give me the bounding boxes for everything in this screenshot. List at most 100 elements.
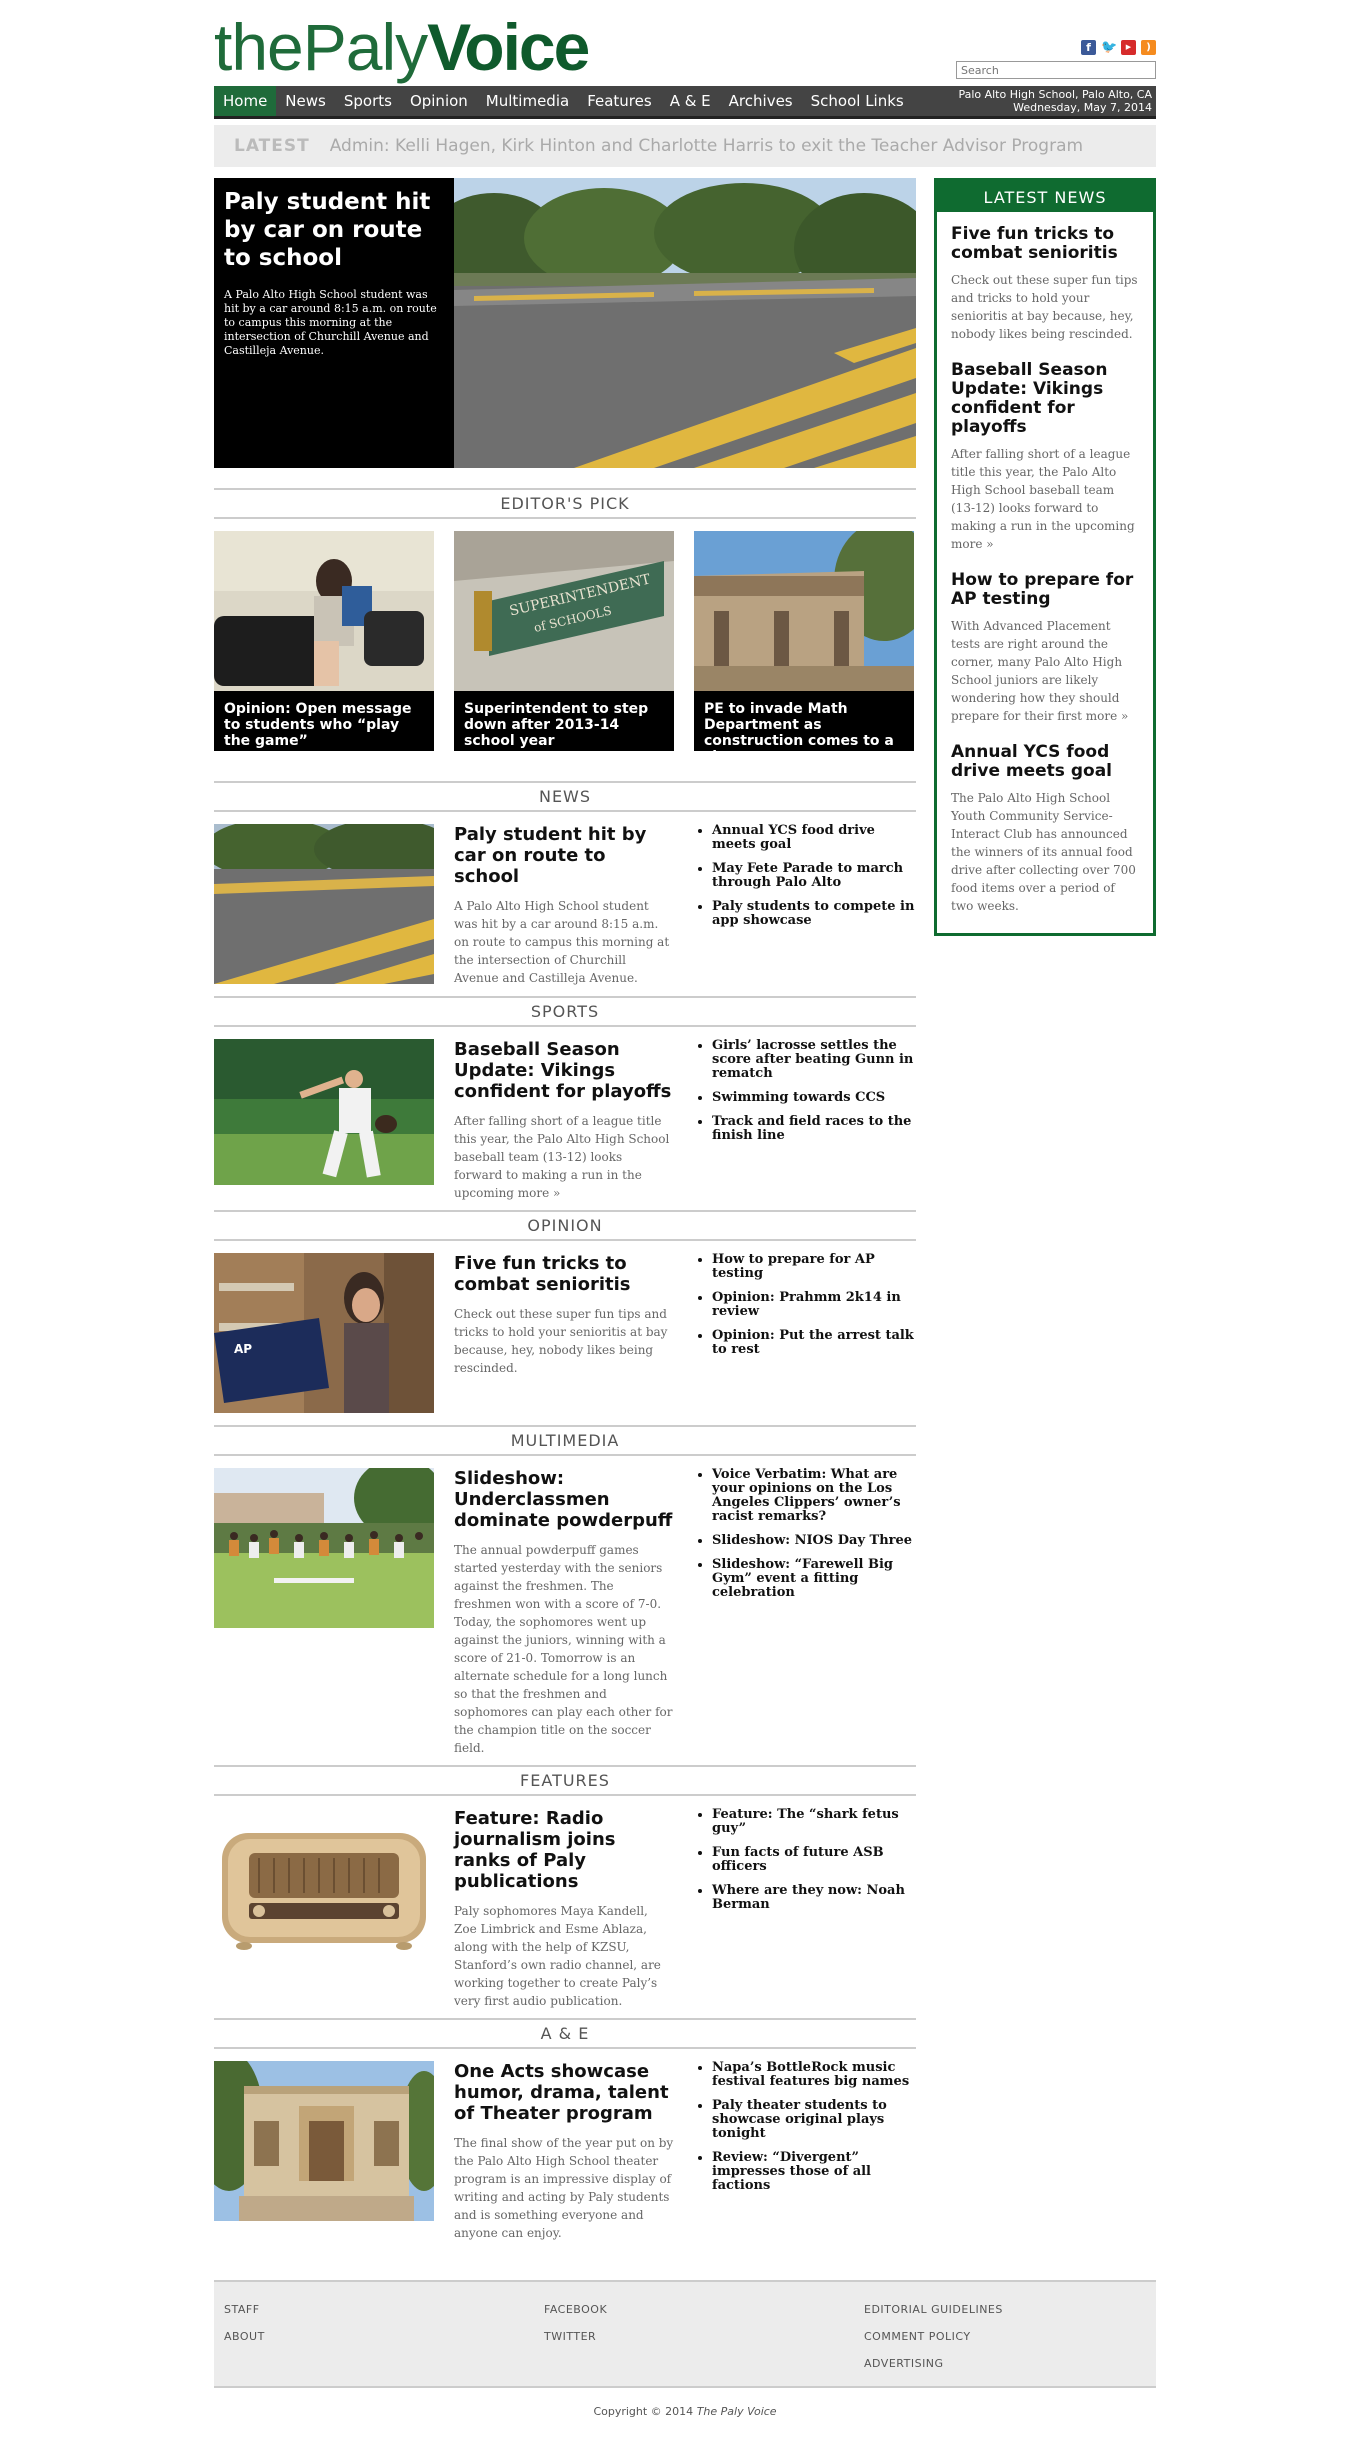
multimedia-link[interactable]: Slideshow: NIOS Day Three <box>712 1534 916 1548</box>
sports-link[interactable]: Girls’ lacrosse settles the score after … <box>712 1039 916 1081</box>
page-wrapper: thePalyVoice f 🐦 ▶ ) Home News Sports Op… <box>214 0 1156 2418</box>
editors-pick-list: Opinion: Open message to students who “p… <box>214 531 916 751</box>
editors-pick-item[interactable]: SUPERINTENDENT of SCHOOLS Superintendent… <box>454 531 674 751</box>
news-link[interactable]: May Fete Parade to march through Palo Al… <box>712 862 916 890</box>
logo-bold-text: Voice <box>427 10 590 84</box>
news-lead-title[interactable]: Paly student hit by car on route to scho… <box>454 824 674 887</box>
nav-item-opinion[interactable]: Opinion <box>401 86 477 116</box>
footer-link-advertising[interactable]: ADVERTISING <box>864 2350 1003 2377</box>
news-heading[interactable]: NEWS <box>214 781 916 812</box>
features-link[interactable]: Feature: The “shark fetus guy” <box>712 1808 916 1836</box>
opinion-link[interactable]: Opinion: Put the arrest talk to rest <box>712 1329 916 1357</box>
news-lead: Paly student hit by car on route to scho… <box>454 824 674 988</box>
editors-pick-caption: PE to invade Math Department as construc… <box>694 691 914 751</box>
multimedia-link[interactable]: Voice Verbatim: What are your opinions o… <box>712 1468 916 1524</box>
news-lead-excerpt: A Palo Alto High School student was hit … <box>454 899 670 985</box>
nav-item-news[interactable]: News <box>276 86 335 116</box>
latest-news-title[interactable]: Annual YCS food drive meets goal <box>951 743 1139 781</box>
opinion-link[interactable]: How to prepare for AP testing <box>712 1253 916 1281</box>
footer-link-twitter[interactable]: TWITTER <box>544 2323 607 2350</box>
editors-pick-image <box>694 531 914 691</box>
latest-ticker: LATEST Admin: Kelli Hagen, Kirk Hinton an… <box>214 125 1156 167</box>
facebook-icon[interactable]: f <box>1081 40 1096 55</box>
hero-title[interactable]: Paly student hit by car on route to scho… <box>224 188 444 272</box>
opinion-section: AP Five fun tricks to combat senioritis … <box>214 1253 916 1417</box>
features-link[interactable]: Fun facts of future ASB officers <box>712 1846 916 1874</box>
sports-thumbnail[interactable] <box>214 1039 434 1202</box>
multimedia-heading[interactable]: MULTIMEDIA <box>214 1425 916 1456</box>
sports-link[interactable]: Track and field races to the finish line <box>712 1115 916 1143</box>
multimedia-lead-title[interactable]: Slideshow: Underclassmen dominate powder… <box>454 1468 674 1531</box>
opinion-lead-title[interactable]: Five fun tricks to combat senioritis <box>454 1253 674 1295</box>
ae-link[interactable]: Napa’s BottleRock music festival feature… <box>712 2061 916 2089</box>
ae-link[interactable]: Paly theater students to showcase origin… <box>712 2099 916 2141</box>
hero-story[interactable]: Paly student hit by car on route to scho… <box>214 178 916 468</box>
main-column: Paly student hit by car on route to scho… <box>214 178 916 2242</box>
multimedia-links: Voice Verbatim: What are your opinions o… <box>694 1468 916 1757</box>
footer-link-staff[interactable]: STAFF <box>224 2296 265 2323</box>
opinion-lead: Five fun tricks to combat senioritis Che… <box>454 1253 674 1417</box>
latest-news-title[interactable]: Baseball Season Update: Vikings confiden… <box>951 361 1139 437</box>
copyright-prefix: Copyright © 2014 <box>593 2405 694 2418</box>
features-thumbnail[interactable] <box>214 1808 434 2010</box>
twitter-icon[interactable]: 🐦 <box>1101 40 1117 55</box>
current-date: Wednesday, May 7, 2014 <box>1013 101 1152 114</box>
news-thumbnail[interactable] <box>214 824 434 988</box>
editors-pick-item[interactable]: PE to invade Math Department as construc… <box>694 531 914 751</box>
multimedia-thumbnail[interactable] <box>214 1468 434 1757</box>
editors-pick-image: SUPERINTENDENT of SCHOOLS <box>454 531 674 691</box>
editors-pick-item[interactable]: Opinion: Open message to students who “p… <box>214 531 434 751</box>
opinion-link[interactable]: Opinion: Prahmm 2k14 in review <box>712 1291 916 1319</box>
logo-thin-text: thePaly <box>214 10 428 84</box>
opinion-thumbnail[interactable]: AP <box>214 1253 434 1417</box>
nav-item-school-links[interactable]: School Links <box>802 86 913 116</box>
nav-item-archives[interactable]: Archives <box>720 86 802 116</box>
nav-item-sports[interactable]: Sports <box>335 86 401 116</box>
footer-col-1: STAFF ABOUT <box>224 2296 265 2350</box>
opinion-heading[interactable]: OPINION <box>214 1210 916 1241</box>
ae-heading[interactable]: A & E <box>214 2018 916 2049</box>
multimedia-link[interactable]: Slideshow: “Farewell Big Gym” event a fi… <box>712 1558 916 1600</box>
multimedia-lead-excerpt: The annual powderpuff games started yest… <box>454 1543 673 1755</box>
ae-links: Napa’s BottleRock music festival feature… <box>694 2061 916 2242</box>
news-section: Paly student hit by car on route to scho… <box>214 824 916 988</box>
sports-link[interactable]: Swimming towards CCS <box>712 1091 916 1105</box>
search-input[interactable] <box>956 61 1156 79</box>
features-heading[interactable]: FEATURES <box>214 1765 916 1796</box>
rss-icon[interactable]: ) <box>1141 40 1156 55</box>
site-logo[interactable]: thePalyVoice <box>214 10 590 84</box>
latest-news-title[interactable]: Five fun tricks to combat senioritis <box>951 225 1139 263</box>
footer-col-3: EDITORIAL GUIDELINES COMMENT POLICY ADVE… <box>864 2296 1003 2377</box>
latest-news-excerpt: After falling short of a league title th… <box>951 447 1135 551</box>
news-link[interactable]: Paly students to compete in app showcase <box>712 900 916 928</box>
features-link[interactable]: Where are they now: Noah Berman <box>712 1884 916 1912</box>
features-lead-title[interactable]: Feature: Radio journalism joins ranks of… <box>454 1808 674 1892</box>
opinion-lead-excerpt: Check out these super fun tips and trick… <box>454 1307 668 1375</box>
latest-news-title[interactable]: How to prepare for AP testing <box>951 571 1139 609</box>
ae-lead: One Acts showcase humor, drama, talent o… <box>454 2061 674 2242</box>
latest-tag: LATEST <box>234 136 310 156</box>
sports-lead-title[interactable]: Baseball Season Update: Vikings confiden… <box>454 1039 674 1102</box>
hero-excerpt: A Palo Alto High School student was hit … <box>224 288 437 357</box>
youtube-icon[interactable]: ▶ <box>1121 40 1136 55</box>
nav-item-multimedia[interactable]: Multimedia <box>477 86 578 116</box>
sports-heading[interactable]: SPORTS <box>214 996 916 1027</box>
footer-link-comment-policy[interactable]: COMMENT POLICY <box>864 2323 1003 2350</box>
news-link[interactable]: Annual YCS food drive meets goal <box>712 824 916 852</box>
school-location: Palo Alto High School, Palo Alto, CA <box>958 88 1152 101</box>
social-links: f 🐦 ▶ ) <box>1081 40 1156 55</box>
nav-item-ae[interactable]: A & E <box>661 86 720 116</box>
masthead: thePalyVoice f 🐦 ▶ ) <box>214 0 1156 86</box>
nav-item-home[interactable]: Home <box>214 86 277 116</box>
ae-thumbnail[interactable] <box>214 2061 434 2242</box>
ae-link[interactable]: Review: “Divergent” impresses those of a… <box>712 2151 916 2193</box>
footer-link-facebook[interactable]: FACEBOOK <box>544 2296 607 2323</box>
nav-item-features[interactable]: Features <box>578 86 661 116</box>
editors-pick-caption: Superintendent to step down after 2013-1… <box>454 691 674 751</box>
footer-link-editorial-guidelines[interactable]: EDITORIAL GUIDELINES <box>864 2296 1003 2323</box>
ae-lead-title[interactable]: One Acts showcase humor, drama, talent o… <box>454 2061 674 2124</box>
latest-headline-link[interactable]: Admin: Kelli Hagen, Kirk Hinton and Char… <box>330 136 1083 156</box>
footer-link-about[interactable]: ABOUT <box>224 2323 265 2350</box>
editors-pick-caption: Opinion: Open message to students who “p… <box>214 691 434 751</box>
hero-image[interactable] <box>454 178 916 468</box>
